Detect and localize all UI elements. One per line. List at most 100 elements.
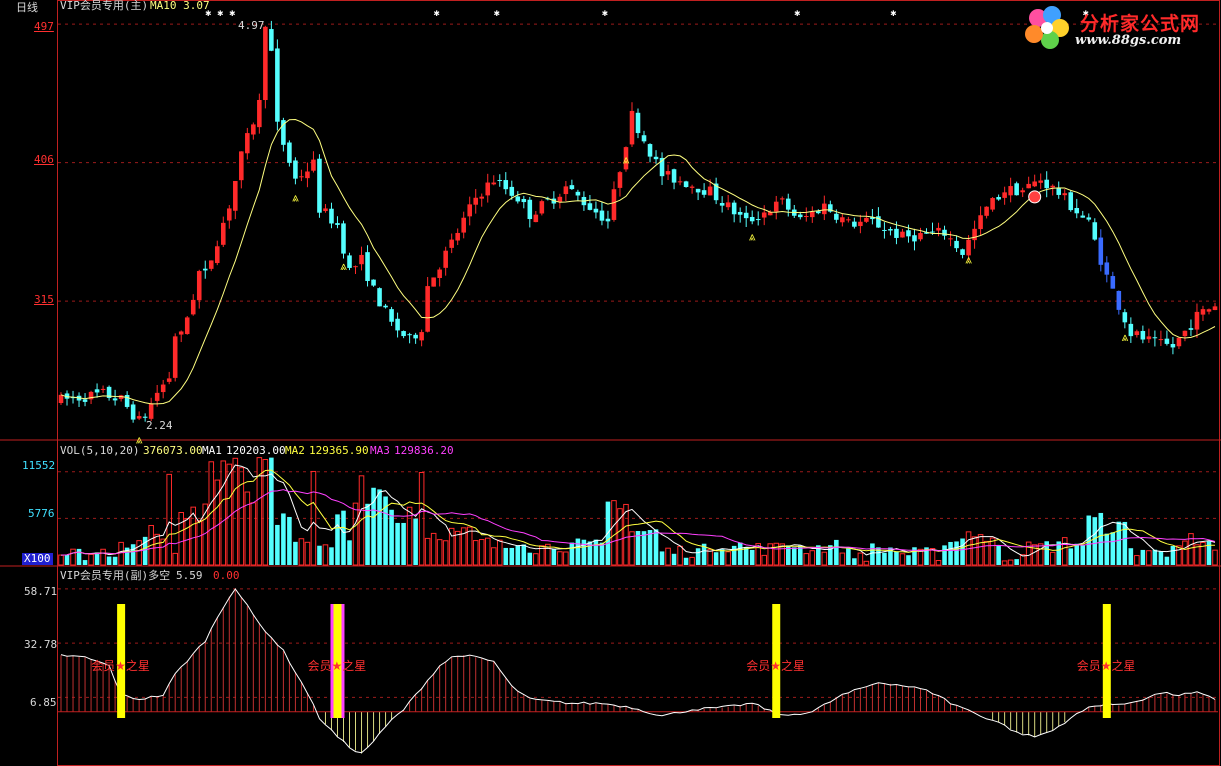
candle-body — [275, 48, 280, 122]
candle-body — [1026, 183, 1031, 189]
candle-body — [779, 198, 785, 200]
volume-bar — [335, 514, 340, 565]
volume-bar — [298, 538, 305, 566]
volume-bar — [521, 544, 527, 565]
candle-body — [407, 334, 412, 336]
volume-bar — [557, 551, 563, 566]
candle-body — [569, 185, 575, 190]
volume-bar — [484, 537, 491, 566]
volume-bar — [821, 551, 828, 566]
ma3-value: 129836.20 — [394, 444, 454, 457]
candle-body — [515, 196, 521, 202]
candle-body — [665, 171, 671, 175]
candle-body — [1158, 339, 1164, 341]
site-logo[interactable]: 分析家公式网 www.88gs.com — [1020, 4, 1216, 52]
candle-body — [365, 252, 370, 281]
volume-bar — [118, 541, 124, 566]
candle-body — [251, 124, 256, 135]
volume-bar — [58, 554, 64, 566]
candle-body — [1176, 337, 1182, 347]
star-signal-label: 会员★之星 — [746, 659, 805, 673]
sub-indicator-line — [60, 588, 1216, 754]
candle-body — [810, 211, 815, 218]
candle-body — [1128, 323, 1134, 337]
volume-bar — [88, 553, 94, 566]
candle-body — [942, 229, 947, 236]
volume-bar — [761, 554, 768, 566]
candle-body — [936, 227, 941, 231]
candle-body — [1170, 344, 1176, 348]
volume-bar — [870, 543, 875, 565]
candle-body — [269, 29, 274, 51]
candle-body — [227, 208, 232, 221]
volume-bar — [1212, 549, 1218, 566]
volume-bar — [208, 461, 215, 566]
volume-bar — [1146, 550, 1152, 566]
candle-body — [473, 197, 479, 205]
candle-body — [1020, 190, 1025, 193]
candle-body — [208, 260, 214, 269]
volume-bar — [569, 542, 575, 565]
top-marker-icon: ✱ — [229, 8, 235, 19]
candle-body — [1038, 180, 1043, 183]
candle-body — [647, 144, 653, 157]
sub-indicator-title: VIP会员专用(副)多空 — [60, 569, 171, 582]
candle-body — [1140, 330, 1146, 340]
candle-body — [683, 181, 689, 188]
volume-bar — [1098, 512, 1104, 565]
volume-bar — [1140, 549, 1146, 565]
volume-bar — [389, 509, 394, 565]
volume-bar — [846, 548, 851, 565]
candle-body — [1056, 187, 1062, 195]
top-marker-icon: ✱ — [494, 8, 500, 19]
candle-body — [605, 218, 611, 222]
volume-bar — [677, 545, 683, 566]
high-price-label: 4.97 — [238, 19, 265, 32]
candle-body — [1062, 193, 1068, 196]
candle-body — [1098, 237, 1104, 265]
volume-bar — [599, 542, 605, 565]
volume-bar — [527, 552, 533, 565]
candle-body — [401, 331, 406, 337]
volume-bar — [136, 540, 142, 566]
volume-bar — [358, 475, 365, 566]
volume-bar — [490, 547, 497, 566]
candle-body — [1104, 262, 1110, 275]
volume-bar — [996, 545, 1001, 565]
candle-body — [341, 223, 346, 254]
logo-url: www.88gs.com — [1075, 33, 1182, 48]
candle-body — [1164, 338, 1170, 344]
candle-body — [954, 240, 959, 249]
candle-body — [755, 219, 761, 221]
volume-bar — [857, 552, 864, 566]
volume-bar — [671, 553, 677, 565]
volume-bar — [1116, 521, 1122, 565]
volume-bar — [641, 531, 647, 565]
period-label[interactable]: 日线 — [16, 2, 38, 14]
volume-bar — [1061, 537, 1068, 566]
volume-bar — [238, 467, 245, 566]
candle-body — [293, 160, 298, 179]
candle-body — [431, 277, 436, 287]
volume-bar — [977, 534, 984, 566]
candle-body — [425, 286, 430, 332]
stock-chart[interactable]: ✱ ✱ ✱ ✱ ✱ ✱ ✱ ✱ ✱⩓⩓⩓⩓⩓⩓⩓ — [0, 0, 1221, 766]
logo-title: 分析家公式网 — [1080, 13, 1201, 35]
candle-body — [996, 197, 1001, 200]
volume-bar — [395, 522, 400, 565]
buy-arrow-icon: ⩓ — [749, 230, 756, 244]
volume-bar — [377, 489, 382, 565]
volume-bar — [1170, 546, 1176, 565]
volume-bar — [683, 557, 689, 565]
volume-bar — [882, 552, 887, 565]
candle-body — [816, 211, 821, 214]
candle-body — [190, 299, 196, 315]
volume-bar — [791, 547, 797, 565]
volume-bar — [731, 545, 737, 565]
candle-body — [641, 135, 647, 142]
volume-bar — [1182, 540, 1188, 566]
volume-bar — [899, 553, 906, 566]
candle-body — [58, 394, 64, 404]
volume-bar — [430, 532, 437, 566]
top-marker-icon: ✱ — [794, 8, 800, 19]
